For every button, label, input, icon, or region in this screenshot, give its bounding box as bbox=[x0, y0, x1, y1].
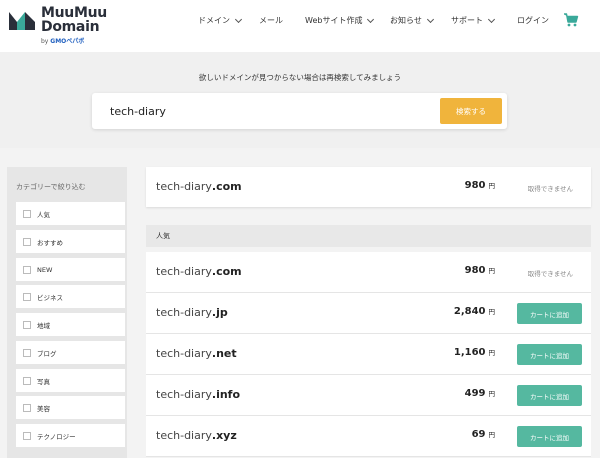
checkbox[interactable] bbox=[23, 431, 31, 440]
domain-name: tech-diary.com bbox=[156, 180, 242, 193]
category-popular[interactable]: 人気 bbox=[16, 202, 125, 225]
category-business[interactable]: ビジネス bbox=[16, 285, 125, 308]
checkbox[interactable] bbox=[23, 292, 31, 301]
logo-line-1: MuuMuu bbox=[41, 5, 107, 21]
chevron-down-icon bbox=[426, 15, 434, 23]
add-to-cart-button[interactable]: カートに追加 bbox=[517, 344, 582, 365]
domain-price: 2,840 円 bbox=[453, 306, 495, 317]
checkbox[interactable] bbox=[23, 265, 31, 274]
domain-name: tech-diary.com bbox=[156, 265, 242, 278]
nav-domain[interactable]: ドメイン bbox=[198, 15, 243, 26]
domain-row: tech-diary.com 980 円 取得できません bbox=[146, 252, 591, 293]
domain-name: tech-diary.xyz bbox=[156, 429, 237, 442]
checkbox[interactable] bbox=[23, 376, 31, 385]
checkbox[interactable] bbox=[23, 237, 31, 246]
shopping-cart-icon[interactable] bbox=[563, 12, 579, 28]
domain-price: 980 円 bbox=[464, 180, 495, 191]
sidebar-title: カテゴリーで絞り込む bbox=[16, 183, 86, 191]
checkbox[interactable] bbox=[23, 403, 31, 412]
category-filter-sidebar: カテゴリーで絞り込む 人気 おすすめ NEW ビジネス 地域 ブログ 写真 美容… bbox=[7, 167, 127, 458]
domain-name: tech-diary.jp bbox=[156, 306, 228, 319]
category-blog[interactable]: ブログ bbox=[16, 341, 125, 364]
domain-search-input[interactable] bbox=[110, 101, 410, 121]
nav-mail[interactable]: メール bbox=[259, 15, 283, 26]
nav-login[interactable]: ログイン bbox=[517, 15, 549, 26]
checkbox[interactable] bbox=[23, 320, 31, 329]
add-to-cart-button[interactable]: カートに追加 bbox=[517, 303, 582, 324]
checkbox[interactable] bbox=[23, 209, 31, 218]
domain-row: tech-diary.net 1,160 円 カートに追加 bbox=[146, 334, 591, 375]
unavailable-label: 取得できません bbox=[527, 270, 573, 278]
domain-row: tech-diary.jp 2,840 円 カートに追加 bbox=[146, 293, 591, 334]
domain-name: tech-diary.info bbox=[156, 388, 241, 401]
muumuu-logo-icon bbox=[9, 12, 35, 30]
domain-price: 980 円 bbox=[464, 265, 495, 276]
domain-row: tech-diary.info 499 円 カートに追加 bbox=[146, 375, 591, 416]
domain-price: 69 円 bbox=[471, 429, 495, 440]
add-to-cart-button[interactable]: カートに追加 bbox=[517, 426, 582, 447]
section-popular-header: 人気 bbox=[146, 225, 591, 247]
chevron-down-icon bbox=[367, 15, 375, 23]
category-new[interactable]: NEW bbox=[16, 258, 125, 281]
category-recommended[interactable]: おすすめ bbox=[16, 230, 125, 253]
domain-price: 1,160 円 bbox=[453, 347, 495, 358]
nav-news[interactable]: お知らせ bbox=[390, 15, 434, 26]
chevron-down-icon bbox=[234, 15, 243, 23]
logo[interactable]: MuuMuu Domain by GMOペパボ bbox=[7, 5, 107, 45]
domain-price: 499 円 bbox=[464, 388, 495, 399]
category-region[interactable]: 地域 bbox=[16, 313, 125, 336]
category-technology[interactable]: テクノロジー bbox=[16, 424, 125, 447]
category-beauty[interactable]: 美容 bbox=[16, 396, 125, 419]
logo-byline: by GMOペパボ bbox=[41, 38, 85, 45]
logo-line-2: Domain bbox=[41, 19, 100, 35]
search-box: 検索する bbox=[92, 93, 507, 129]
add-to-cart-button[interactable]: カートに追加 bbox=[517, 385, 582, 406]
site-header: MuuMuu Domain by GMOペパボ ドメイン メール Webサイト作… bbox=[0, 0, 600, 52]
chevron-down-icon bbox=[487, 15, 496, 23]
unavailable-label: 取得できません bbox=[527, 185, 573, 193]
domain-name: tech-diary.net bbox=[156, 347, 237, 360]
category-photo[interactable]: 写真 bbox=[16, 369, 125, 392]
checkbox[interactable] bbox=[23, 348, 31, 357]
nav-website[interactable]: Webサイト作成 bbox=[305, 15, 375, 26]
search-button[interactable]: 検索する bbox=[440, 98, 502, 124]
domain-row: tech-diary.xyz 69 円 カートに追加 bbox=[146, 416, 591, 457]
search-hint: 欲しいドメインが見つからない場合は再検索してみましょう bbox=[198, 73, 402, 82]
nav-support[interactable]: サポート bbox=[451, 15, 496, 26]
exact-match-result: tech-diary.com 980 円 取得できません bbox=[146, 167, 591, 207]
